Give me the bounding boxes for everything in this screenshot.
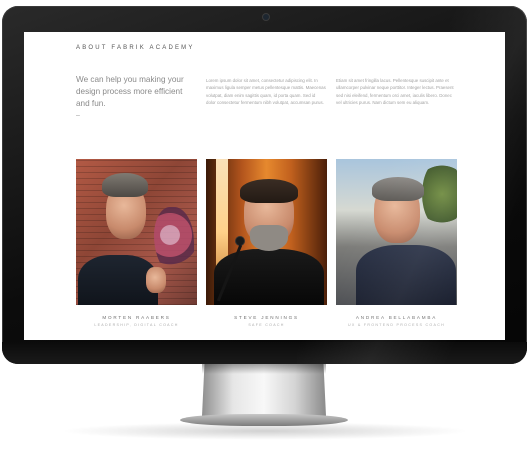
person-hair — [102, 173, 148, 197]
team-member-role: LEADERSHIP, DIGITAL COACH — [94, 323, 179, 327]
webcam-dot-icon — [263, 14, 269, 20]
team-member-name: ANDREA BELLABAMBA — [355, 315, 438, 320]
team-card-steve[interactable]: STEVE JENNINGS SAFE COACH — [206, 159, 327, 327]
monitor-frame: ABOUT FABRIK ACADEMY We can help you mak… — [2, 6, 527, 364]
person-shoulders — [214, 249, 324, 305]
person-hand — [146, 267, 166, 293]
intro-dash: – — [76, 112, 80, 119]
person-sweater — [356, 245, 456, 305]
person-hair — [372, 177, 424, 201]
intro-headline: We can help you making your design proce… — [76, 75, 184, 108]
intro-paragraph-1: Lorem ipsum dolor sit amet, consectetur … — [206, 78, 326, 106]
monitor-stand-shade — [202, 364, 326, 374]
team-photo-steve[interactable] — [206, 159, 327, 305]
monitor-chin — [2, 342, 527, 364]
team-member-role: UX & FRONTEND PROCESS COACH — [348, 323, 445, 327]
team-photo-morten[interactable] — [76, 159, 197, 305]
team-member-name: STEVE JENNINGS — [234, 315, 299, 320]
monitor-stand-foot — [180, 414, 348, 426]
intro-paragraph-2: Etiam sit amet fringilla lacus. Pellente… — [336, 78, 454, 106]
team-member-name: MORTEN RAABERS — [102, 315, 171, 320]
team-member-role: SAFE COACH — [248, 323, 285, 327]
team-card-andrea[interactable]: ANDREA BELLABAMBA UX & FRONTEND PROCESS … — [336, 159, 457, 327]
person-beard — [250, 225, 288, 251]
page-title: ABOUT FABRIK ACADEMY — [76, 45, 195, 51]
person-hair — [240, 179, 298, 203]
tree-background — [422, 159, 457, 229]
team-card-morten[interactable]: MORTEN RAABERS LEADERSHIP, DIGITAL COACH — [76, 159, 197, 327]
microphone-icon — [236, 237, 244, 245]
team-photo-andrea[interactable] — [336, 159, 457, 305]
monitor-screen: ABOUT FABRIK ACADEMY We can help you mak… — [24, 32, 505, 340]
